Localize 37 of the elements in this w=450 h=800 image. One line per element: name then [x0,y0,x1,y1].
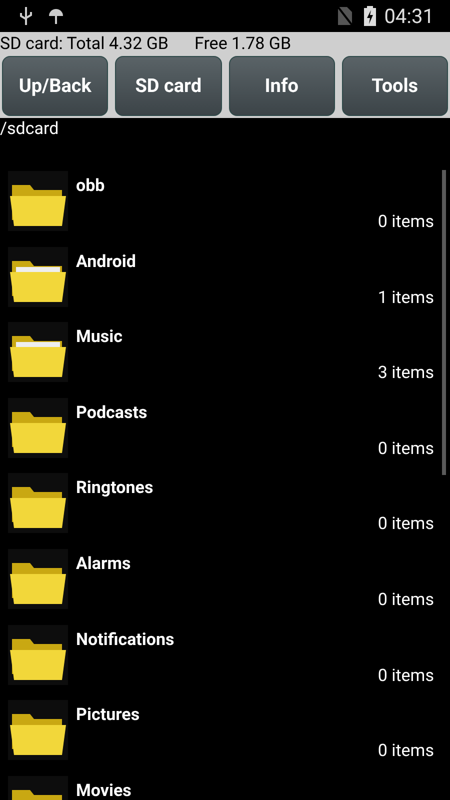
folder-row[interactable]: Notifications 0 items [0,624,434,700]
toolbar-button[interactable]: SD card [115,56,222,116]
item-count: 3 items [378,363,434,384]
folder-name: Pictures [76,705,140,726]
clock: 04:31 [384,3,434,30]
folder-name: Podcasts [76,402,148,423]
toolbar-button[interactable]: Info [228,56,335,116]
folder-row[interactable]: obb 0 items [0,171,434,247]
folder-row[interactable]: Podcasts 0 items [0,398,434,474]
folder-row[interactable]: Ringtones 0 items [0,473,434,549]
item-count: 0 items [378,514,434,534]
folder-name: Android [76,252,136,272]
folder-name: Music [76,327,122,348]
folder-row[interactable]: Music 3 items [0,322,434,398]
usb-icon [20,7,32,25]
current-path: /sdcard [0,118,59,142]
toolbar-button[interactable]: Up/Back [2,56,108,116]
item-count: 0 items [378,438,434,459]
toolbar-button[interactable]: Tools [342,56,448,116]
item-count: 0 items [378,666,434,686]
folder-row[interactable]: Alarms 0 items [0,548,434,625]
folder-name: Alarms [76,554,131,574]
folder-name: Ringtones [76,478,154,498]
storage-free: Free 1.78 GB [194,36,292,52]
folder-row[interactable]: Android 1 items [0,246,434,322]
battery-charging-icon [364,6,376,26]
item-count: 0 items [378,212,434,232]
no-sim-icon [338,7,352,25]
item-count: 0 items [378,590,434,610]
folder-row[interactable]: Pictures 0 items [0,700,434,776]
folder-name: Movies [76,780,132,800]
item-count: 1 items [378,288,434,308]
folder-row[interactable]: Movies [0,776,434,800]
item-count: 0 items [378,741,434,762]
storage-total: SD card: Total 4.32 GB [0,36,169,52]
folder-name: obb [76,176,105,196]
folder-name: Notifications [76,630,174,650]
